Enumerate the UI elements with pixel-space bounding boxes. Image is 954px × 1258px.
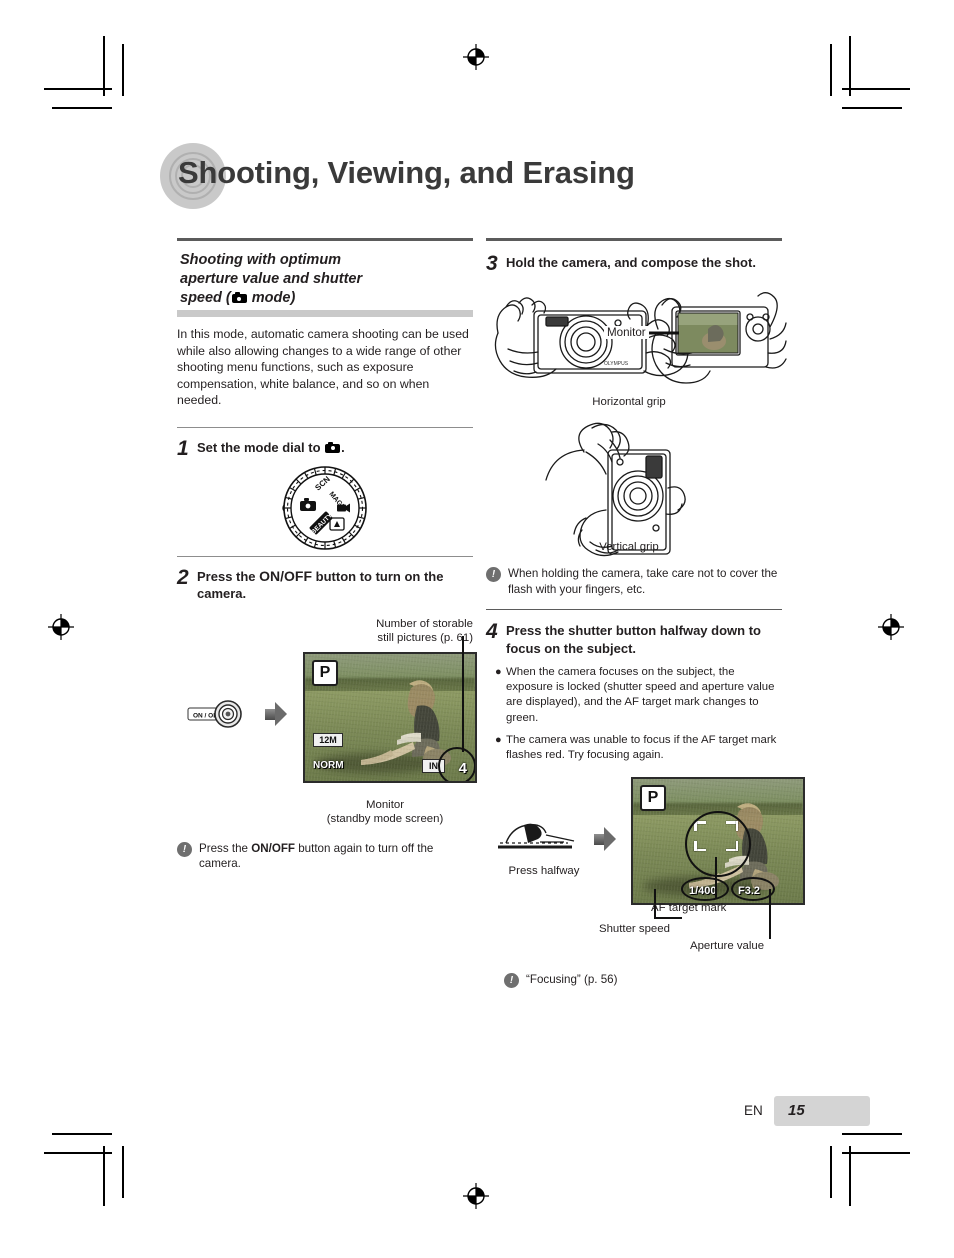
horizontal-grip-figure: OLYMPUS Monitor <box>486 283 787 393</box>
step-4-text: Press the shutter button halfway down to… <box>506 623 761 656</box>
step-4-number: 4 <box>486 620 498 643</box>
monitor-label: Monitor <box>604 326 649 339</box>
step-2-text-bold: ON/OFF <box>259 567 313 584</box>
highlight-circle <box>438 746 475 781</box>
leader-line-shutter <box>654 917 682 920</box>
section-heading-line3-post: mode) <box>247 290 296 306</box>
callout-aperture-value: Aperture value <box>690 940 765 953</box>
onoff-button-illustration: ON / OFF <box>187 700 249 733</box>
left-column: Shooting with optimum aperture value and… <box>177 238 477 872</box>
note-power-off-text: Press the ON/OFF button again to turn of… <box>199 841 473 872</box>
callout-leader-line <box>462 635 464 752</box>
leader-line-aperture <box>769 889 771 940</box>
storable-pictures-callout: Number of storable still pictures (p. 61… <box>177 617 473 646</box>
storable-pictures-line2: still pictures (p. 61) <box>377 632 473 645</box>
mode-dial-illustration: SCN MAGIC BEAUTY <box>282 466 367 550</box>
step-2: 2 Press the ON/OFF button to turn on the… <box>177 565 473 603</box>
note-focusing: ! “Focusing” (p. 56) <box>504 972 782 989</box>
step-divider <box>177 426 473 428</box>
section-rule <box>486 238 782 241</box>
page-title: Shooting, Viewing, and Erasing <box>178 155 635 190</box>
note-holding-camera: ! When holding the camera, take care not… <box>486 566 782 597</box>
bullet-text: When the camera focuses on the subject, … <box>506 666 775 724</box>
page-title-block: Shooting, Viewing, and Erasing <box>160 143 780 209</box>
exclamation-icon: ! <box>504 973 519 989</box>
osd-mode-badge: P <box>312 659 338 686</box>
bullet-dot-icon: ● <box>495 666 502 678</box>
section-heading-line1: Shooting with optimum <box>180 252 342 268</box>
bullet-item: ● The camera was unable to focus if the … <box>486 733 782 763</box>
step-1-text: Set the mode dial to . <box>197 439 345 457</box>
horizontal-grip-caption: Horizontal grip <box>592 396 666 408</box>
page-number: 15 <box>788 1102 805 1119</box>
bullet-text: The camera was unable to focus if the AF… <box>506 733 777 762</box>
highlight-circle <box>685 811 751 878</box>
vertical-grip-illustration <box>545 422 686 556</box>
section-intro: In this mode, automatic camera shooting … <box>177 327 469 408</box>
step-1-number: 1 <box>177 436 189 460</box>
step-1-text-pre: Set the mode dial to <box>197 439 325 455</box>
bullet-item: ● When the camera focuses on the subject… <box>486 665 782 726</box>
step-2-number: 2 <box>177 565 189 589</box>
leader-line-af <box>715 857 717 900</box>
step-1-text-post: . <box>341 439 345 455</box>
section-heading: Shooting with optimum aperture value and… <box>180 251 473 308</box>
section-heading-line2: aperture value and shutter <box>180 271 363 287</box>
svg-text:OLYMPUS: OLYMPUS <box>604 361 629 367</box>
bullet-dot-icon: ● <box>495 733 502 746</box>
step-2-text-pre: Press the <box>197 568 260 584</box>
exclamation-icon: ! <box>486 567 501 582</box>
note-focusing-text: “Focusing” (p. 56) <box>526 973 618 987</box>
section-heading-line3-pre: speed ( <box>180 290 231 306</box>
osd-compression: NORM <box>313 759 344 771</box>
callout-shutter-speed: Shutter speed <box>599 923 670 936</box>
section-rule <box>177 238 473 241</box>
step-3-text: Hold the camera, and compose the shot. <box>506 255 756 270</box>
camera-mode-icon <box>231 292 247 303</box>
monitor-caption-line2: (standby mode screen) <box>326 813 444 826</box>
section-heading-line3: speed ( mode) <box>180 289 473 308</box>
footer-language: EN <box>744 1103 763 1118</box>
camera-mode-icon <box>325 441 341 453</box>
note-power-off: ! Press the ON/OFF button again to turn … <box>177 841 473 872</box>
press-halfway-caption: Press halfway <box>508 865 580 878</box>
mode-dial-figure: SCN MAGIC BEAUTY <box>177 466 473 552</box>
section-heading-underline <box>177 310 473 317</box>
monitor-caption-line1: Monitor <box>366 798 404 811</box>
step-1: 1 Set the mode dial to . <box>177 436 473 460</box>
note-text-bold: ON/OFF <box>251 841 295 855</box>
step-4: 4 Press the shutter button halfway down … <box>486 620 782 657</box>
focus-monitor-screen: P 1/400 F3.2 <box>631 777 805 906</box>
osd-image-size: 12M <box>313 732 343 747</box>
monitor-caption: Monitor (standby mode screen) <box>297 798 473 827</box>
step-divider <box>177 555 473 557</box>
manual-page: Shooting, Viewing, and Erasing Shooting … <box>0 0 954 1258</box>
arrow-right-icon <box>594 827 616 852</box>
dial-movie-icon <box>337 503 350 513</box>
arrow-right-icon <box>265 701 287 726</box>
callout-af-target: AF target mark <box>651 902 727 915</box>
right-column: 3 Hold the camera, and compose the shot. <box>486 238 805 989</box>
power-on-figure: ON / OFF P 12M NORM IN 4 <box>177 635 477 792</box>
step-2-text: Press the ON/OFF button to turn on the c… <box>197 568 473 603</box>
note-text-pre: Press the <box>199 841 252 855</box>
step-3-number: 3 <box>486 252 498 275</box>
step-divider <box>486 609 782 610</box>
standby-monitor-screen: P 12M NORM IN 4 <box>303 651 477 783</box>
page-footer: EN 15 <box>744 1096 870 1126</box>
press-halfway-illustration <box>494 821 580 860</box>
step-3: 3 Hold the camera, and compose the shot. <box>486 252 782 275</box>
vertical-grip-figure <box>486 418 782 556</box>
step-4-bullets: ● When the camera focuses on the subject… <box>486 665 782 763</box>
osd-mode-badge: P <box>640 785 666 812</box>
storable-pictures-line1: Number of storable <box>376 617 473 630</box>
exclamation-icon: ! <box>177 841 192 857</box>
focus-figure: Press halfway P 1/400 F3.2 AF target mar… <box>486 777 805 953</box>
note-holding-camera-text: When holding the camera, take care not t… <box>508 567 778 596</box>
